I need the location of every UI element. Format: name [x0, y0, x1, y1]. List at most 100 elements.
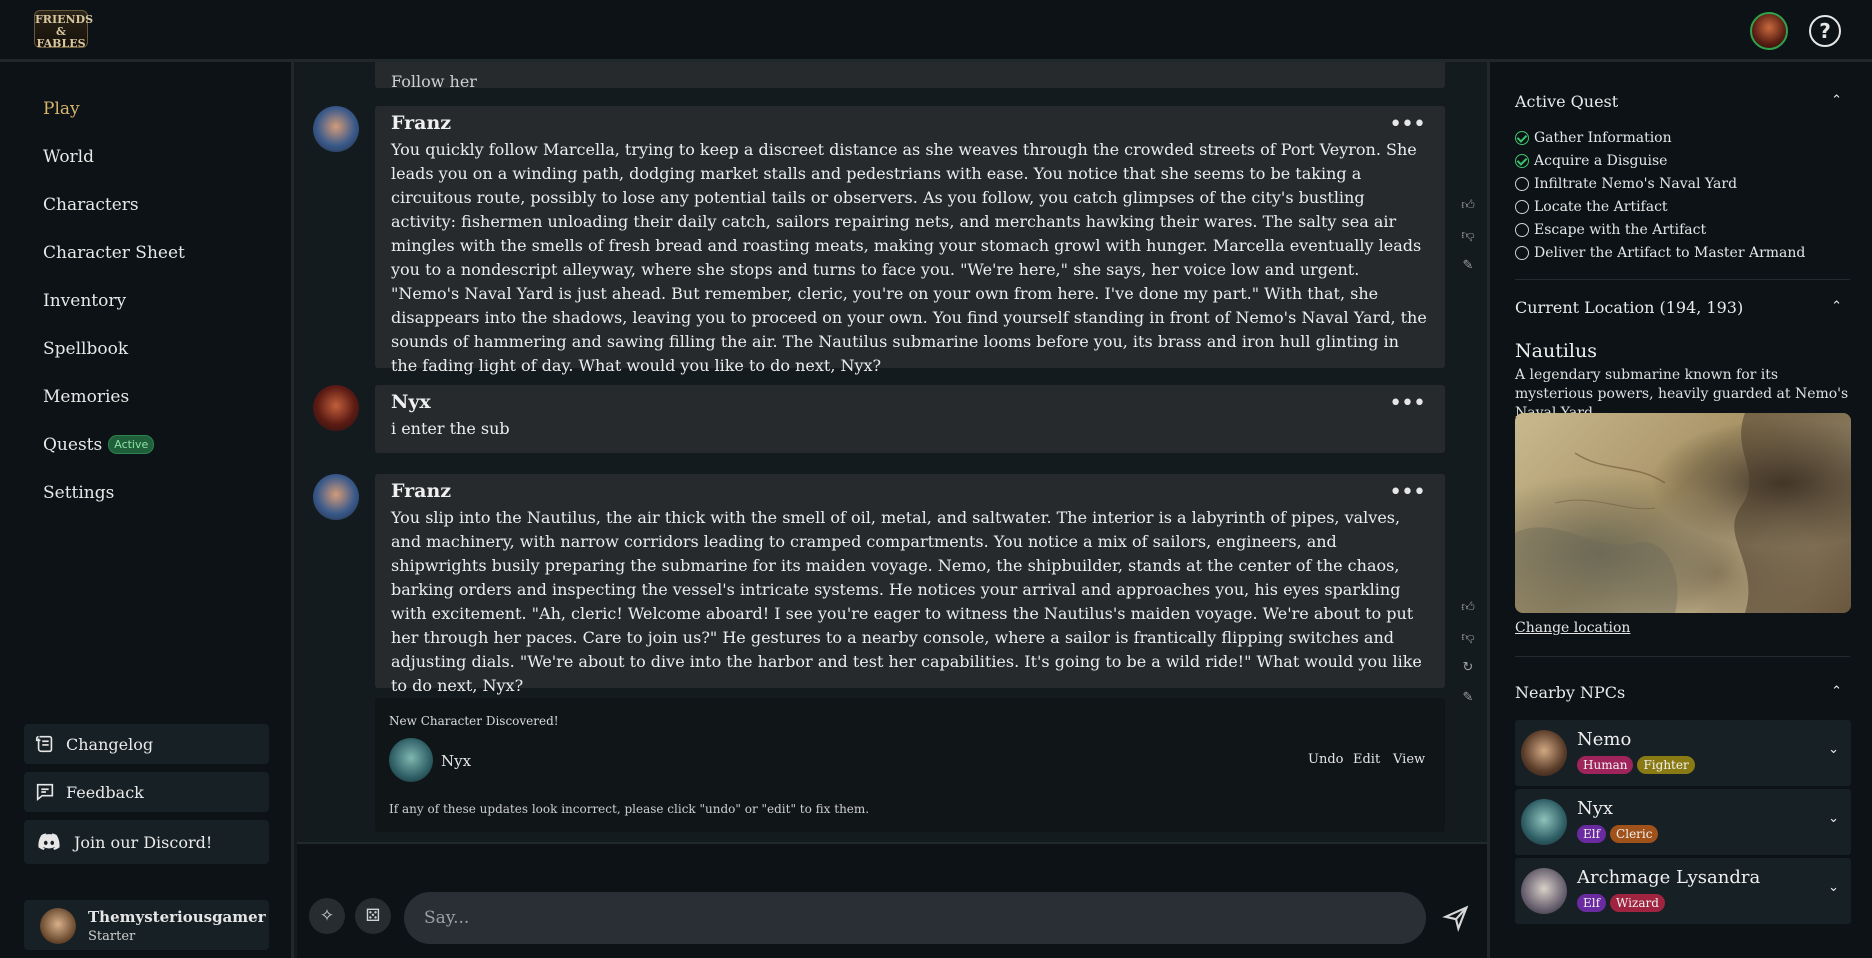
changelog-button[interactable]: Changelog [24, 724, 269, 764]
nav-world[interactable]: World [43, 147, 94, 167]
npc-card[interactable]: Archmage Lysandra Elf Wizard ⌄ [1515, 858, 1851, 924]
more-options-icon[interactable]: ••• [1389, 391, 1426, 416]
message-nyx: Nyx i enter the sub ••• [375, 385, 1445, 453]
circle-icon [1515, 246, 1529, 260]
feedback-label: Feedback [66, 782, 144, 802]
character-discovered-panel: New Character Discovered! Nyx Undo Edit … [375, 698, 1445, 832]
chevron-up-icon[interactable]: ⌃ [1831, 93, 1842, 108]
discord-label: Join our Discord! [74, 832, 213, 852]
edit-button[interactable]: Edit [1353, 752, 1380, 767]
race-tag: Elf [1577, 894, 1607, 912]
send-icon[interactable] [1442, 904, 1470, 932]
previous-message-text: Follow her [391, 72, 477, 91]
thumbs-down-icon[interactable]: 👎︎ [1459, 228, 1477, 258]
magic-wand-button[interactable]: ✧ [309, 898, 345, 934]
message-author: Franz [391, 480, 452, 502]
thumbs-up-icon[interactable]: 👍︎ [1459, 198, 1477, 228]
changelog-label: Changelog [66, 734, 154, 754]
user-profile[interactable]: Themysteriousgamer Starter [24, 900, 269, 950]
discovered-character-avatar [389, 738, 433, 782]
quest-step: Escape with the Artifact [1515, 222, 1706, 238]
circle-icon [1515, 177, 1529, 191]
map-illustration [1515, 413, 1851, 613]
quest-step-label: Locate the Artifact [1534, 199, 1668, 215]
message-icon [36, 783, 54, 802]
race-tag: Human [1577, 756, 1634, 774]
quest-step-label: Gather Information [1534, 130, 1672, 146]
quest-step: Infiltrate Nemo's Naval Yard [1515, 176, 1737, 192]
class-tag: Fighter [1637, 756, 1695, 774]
message-3-actions: 👍︎ 👎︎ ↻ ✎ [1459, 600, 1477, 720]
nyx-avatar [313, 385, 359, 431]
app-logo[interactable]: FRIENDS & FABLES [34, 10, 93, 50]
say-input[interactable] [404, 892, 1426, 944]
more-options-icon[interactable]: ••• [1389, 112, 1426, 137]
nav-settings[interactable]: Settings [43, 483, 114, 503]
check-circle-icon [1515, 131, 1529, 145]
quests-active-badge: Active [108, 435, 155, 454]
chevron-up-icon[interactable]: ⌃ [1831, 299, 1842, 314]
chevron-down-icon[interactable]: ⌄ [1828, 742, 1839, 757]
franz-avatar [313, 106, 359, 152]
user-tier: Starter [88, 929, 136, 944]
quest-step-label: Infiltrate Nemo's Naval Yard [1534, 176, 1738, 192]
view-button[interactable]: View [1393, 752, 1425, 767]
quest-step: Locate the Artifact [1515, 199, 1668, 215]
change-location-link[interactable]: Change location [1515, 620, 1630, 636]
help-button[interactable]: ? [1809, 15, 1841, 47]
npc-avatar [1521, 868, 1567, 914]
regenerate-icon[interactable]: ↻ [1459, 660, 1477, 690]
user-name: Themysteriousgamer [88, 908, 266, 926]
npc-card[interactable]: Nemo Human Fighter ⌄ [1515, 720, 1851, 786]
chevron-down-icon[interactable]: ⌄ [1828, 880, 1839, 895]
nav-characters[interactable]: Characters [43, 195, 139, 215]
thumbs-down-icon[interactable]: 👎︎ [1459, 630, 1477, 660]
circle-icon [1515, 200, 1529, 214]
dice-button[interactable]: ⚄ [355, 898, 391, 934]
current-location-header[interactable]: Current Location (194, 193) [1515, 298, 1743, 317]
nav-inventory[interactable]: Inventory [43, 291, 126, 311]
edit-pencil-icon[interactable]: ✎ [1459, 690, 1477, 720]
undo-button[interactable]: Undo [1308, 752, 1343, 767]
discord-button[interactable]: Join our Discord! [24, 820, 269, 864]
sidebar: Play World Characters Character Sheet In… [0, 62, 294, 958]
nav-memories[interactable]: Memories [43, 387, 129, 407]
quest-step-label: Escape with the Artifact [1534, 222, 1707, 238]
npc-name: Nemo [1577, 729, 1632, 750]
nav-play[interactable]: Play [43, 99, 80, 119]
nav-quests[interactable]: Quests Active [43, 435, 155, 455]
message-franz-2: Franz You slip into the Nautilus, the ai… [375, 474, 1445, 695]
chevron-down-icon[interactable]: ⌄ [1828, 811, 1839, 826]
chat-log[interactable]: Follow her Franz You quickly follow Marc… [297, 62, 1487, 840]
discovered-character-name: Nyx [441, 752, 472, 770]
divider [1515, 656, 1850, 657]
composer: ✧ ⚄ [297, 842, 1487, 958]
nearby-npcs-header[interactable]: Nearby NPCs [1515, 683, 1625, 702]
user-avatar [40, 908, 76, 944]
chevron-up-icon[interactable]: ⌃ [1831, 684, 1842, 699]
scroll-icon [35, 735, 53, 753]
edit-pencil-icon[interactable]: ✎ [1459, 258, 1477, 288]
previous-message: Follow her [375, 62, 1445, 91]
nav-quests-label: Quests [43, 435, 103, 455]
message-text: You quickly follow Marcella, trying to k… [391, 140, 1427, 375]
class-tag: Cleric [1610, 825, 1659, 843]
quest-step: Gather Information [1515, 130, 1672, 146]
active-quest-header[interactable]: Active Quest [1515, 92, 1618, 111]
more-options-icon[interactable]: ••• [1389, 480, 1426, 505]
quest-step: Acquire a Disguise [1515, 153, 1667, 169]
npc-avatar [1521, 730, 1567, 776]
quest-step-label: Acquire a Disguise [1534, 153, 1668, 169]
nav-spellbook[interactable]: Spellbook [43, 339, 128, 359]
feedback-button[interactable]: Feedback [24, 772, 269, 812]
quest-step: Deliver the Artifact to Master Armand [1515, 245, 1805, 261]
profile-avatar[interactable] [1750, 12, 1788, 50]
npc-card[interactable]: Nyx Elf Cleric ⌄ [1515, 789, 1851, 855]
thumbs-up-icon[interactable]: 👍︎ [1459, 600, 1477, 630]
message-author: Franz [391, 112, 452, 134]
npc-tags: Elf Cleric [1577, 825, 1659, 843]
message-author: Nyx [391, 391, 431, 413]
discord-icon [38, 833, 60, 851]
nav-character-sheet[interactable]: Character Sheet [43, 243, 185, 263]
franz-avatar [313, 474, 359, 520]
